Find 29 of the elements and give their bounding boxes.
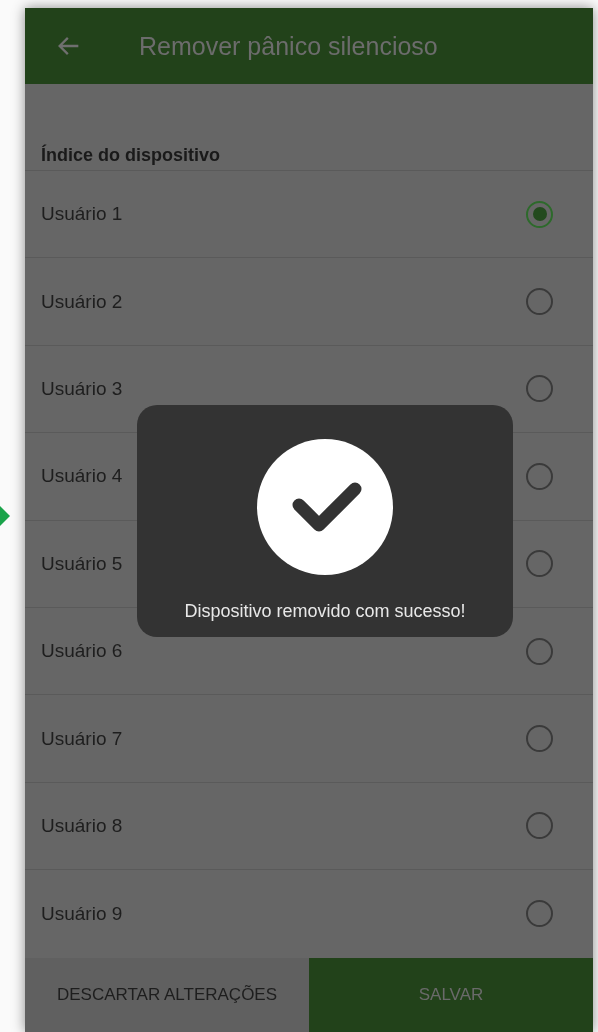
radio-button[interactable] — [526, 375, 553, 403]
screen-title: Remover pânico silencioso — [139, 31, 438, 61]
discard-button[interactable]: DESCARTAR ALTERAÇÕES — [25, 958, 309, 1032]
radio-button[interactable] — [526, 900, 553, 928]
radio-button[interactable] — [526, 288, 553, 316]
option-label: Usuário 6 — [41, 640, 123, 663]
user-option[interactable]: Usuário 7 — [25, 695, 593, 783]
check-circle-icon — [257, 439, 393, 575]
save-button[interactable]: SALVAR — [309, 958, 593, 1032]
option-label: Usuário 9 — [41, 902, 123, 925]
radio-button[interactable] — [526, 462, 553, 490]
radio-button[interactable] — [526, 812, 553, 840]
option-label: Usuário 1 — [41, 203, 123, 226]
radio-button[interactable] — [526, 637, 553, 665]
option-label: Usuário 4 — [41, 465, 123, 488]
option-label: Usuário 5 — [41, 552, 123, 575]
user-option[interactable]: Usuário 1 — [25, 171, 593, 259]
option-label: Usuário 8 — [41, 814, 123, 837]
radio-button[interactable] — [526, 725, 553, 753]
user-option[interactable]: Usuário 2 — [25, 258, 593, 346]
user-option[interactable]: Usuário 8 — [25, 782, 593, 871]
section-heading: Índice do dispositivo — [25, 84, 593, 171]
user-option[interactable]: Usuário 9 — [25, 870, 593, 958]
radio-button[interactable] — [526, 550, 553, 578]
option-label: Usuário 7 — [41, 727, 123, 750]
option-label: Usuário 3 — [41, 377, 123, 400]
option-label: Usuário 2 — [41, 290, 123, 313]
diamond-marker-icon — [0, 506, 10, 526]
radio-button[interactable] — [526, 200, 553, 228]
